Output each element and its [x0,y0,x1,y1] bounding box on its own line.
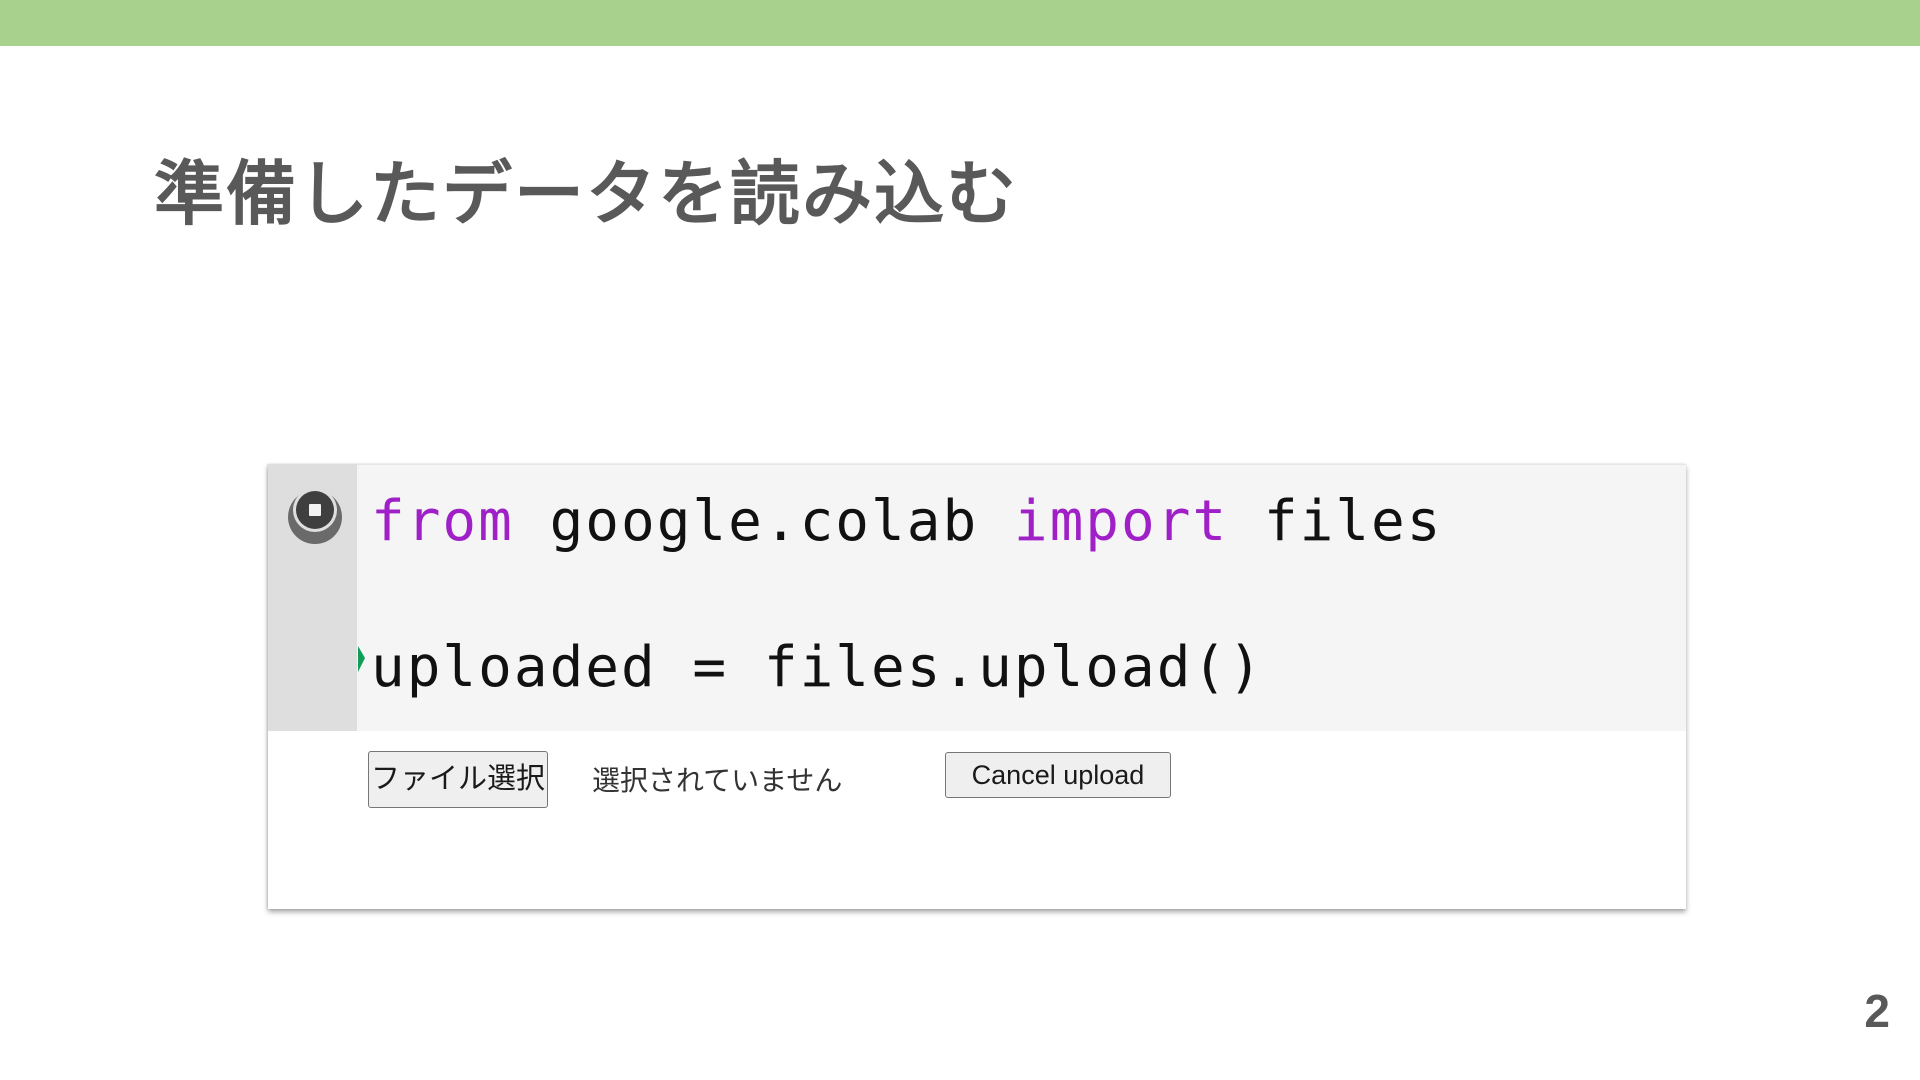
colab-cell-screenshot: from google.colab import files uploaded … [268,464,1686,909]
keyword-import: import [1013,489,1229,554]
choose-file-button[interactable]: ファイル選択 [368,751,548,808]
imported-name: files [1228,489,1443,554]
stop-circle-icon[interactable] [284,484,346,546]
keyword-from: from [371,489,514,554]
module-name: google.colab [513,489,1014,554]
code-line-1: from google.colab import files [371,489,1442,554]
cell-output: ファイル選択 選択されていません Cancel upload [268,731,1686,909]
page-number: 2 [1864,985,1890,1037]
green-triangle-icon [358,646,365,672]
file-status-text: 選択されていません [592,764,843,797]
cancel-upload-button[interactable]: Cancel upload [945,752,1171,798]
slide-title: 準備したデータを読み込む [154,153,1018,235]
code-editor[interactable]: from google.colab import files uploaded … [357,464,1686,732]
slide: 準備したデータを読み込む from google.colab import fi… [0,0,1920,1080]
code-line-2: uploaded = files.upload() [371,635,1264,700]
top-accent-bar [0,0,1920,46]
cell-gutter [268,464,357,731]
